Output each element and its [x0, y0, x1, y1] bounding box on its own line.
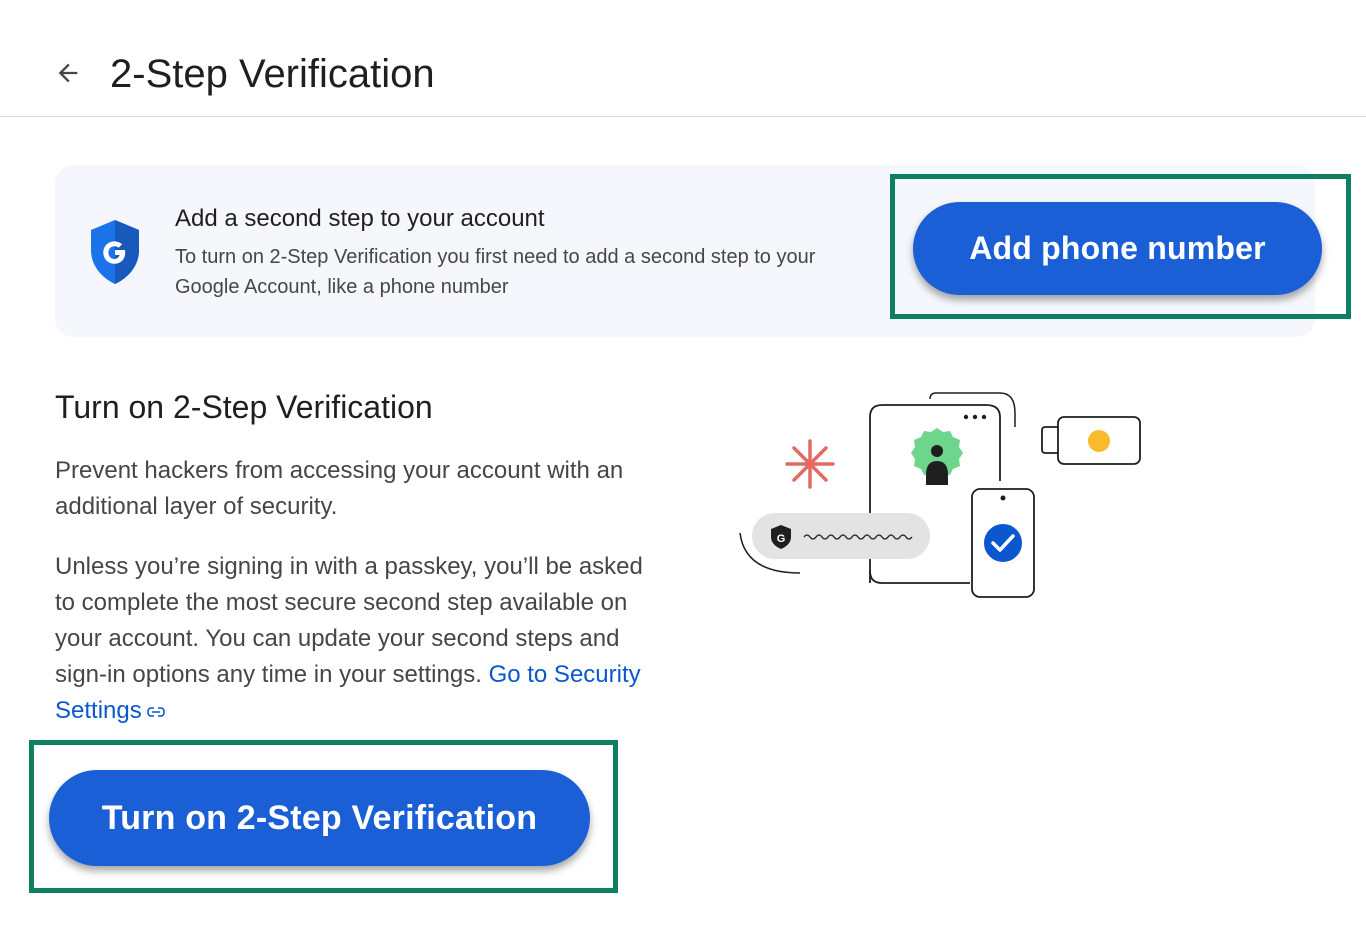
- external-link-icon: [146, 706, 165, 717]
- person-badge-icon: [911, 428, 963, 485]
- section-title: Turn on 2-Step Verification: [55, 389, 433, 425]
- description-paragraph-2: Unless you’re signing in with a passkey,…: [55, 549, 665, 729]
- page-title: 2-Step Verification: [110, 52, 435, 96]
- banner-title: Add a second step to your account: [175, 205, 545, 232]
- add-phone-number-button[interactable]: Add phone number: [913, 202, 1322, 295]
- google-shield-icon: [91, 220, 139, 284]
- svg-text:G: G: [777, 533, 786, 545]
- security-illustration: G: [739, 392, 1141, 598]
- back-button[interactable]: [48, 53, 88, 93]
- asterisk-icon: [785, 439, 835, 489]
- page-header: 2-Step Verification: [0, 0, 1366, 117]
- banner-description: To turn on 2-Step Verification you first…: [175, 246, 816, 298]
- arrow-back-icon: [58, 63, 78, 83]
- description-paragraph-1: Prevent hackers from accessing your acco…: [55, 457, 624, 520]
- turn-on-2sv-button[interactable]: Turn on 2-Step Verification: [49, 770, 590, 866]
